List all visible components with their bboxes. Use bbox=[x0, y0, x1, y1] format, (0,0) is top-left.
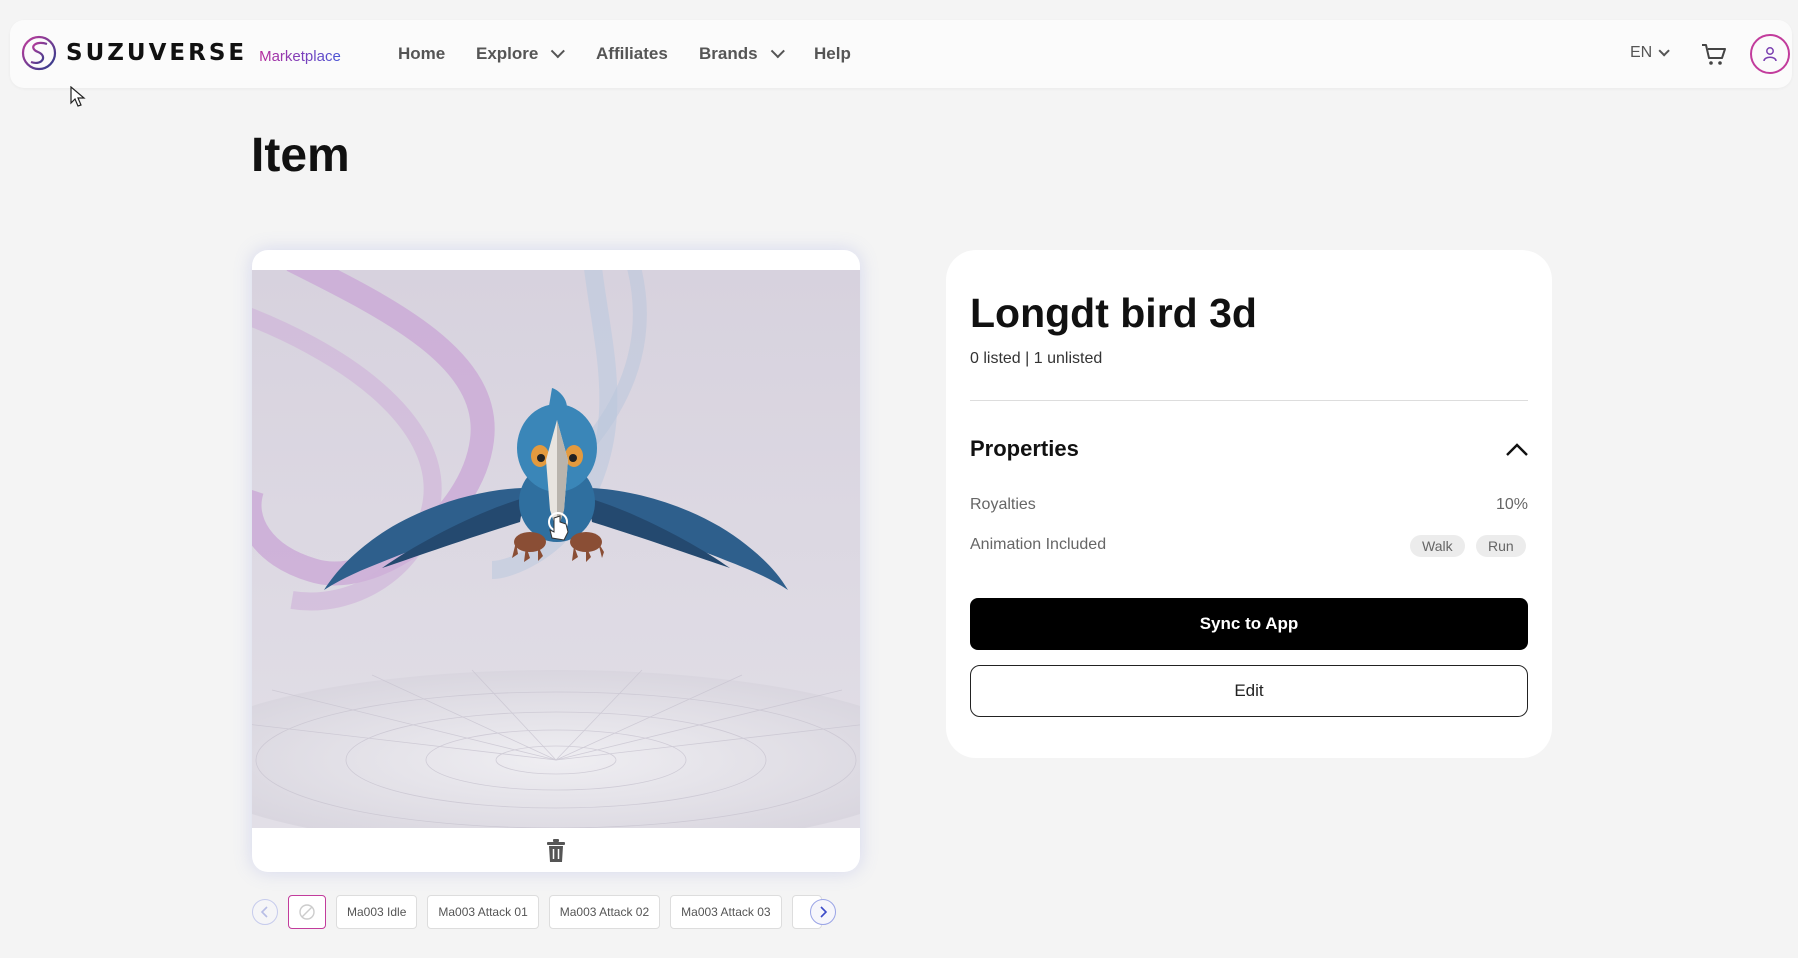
animation-chip[interactable]: Ma003 Idle bbox=[336, 895, 418, 929]
animation-strip: Ma003 Idle Ma003 Attack 01 Ma003 Attack … bbox=[252, 895, 836, 929]
suzuverse-logo-icon bbox=[21, 35, 57, 71]
model-scene[interactable] bbox=[252, 270, 860, 828]
sync-to-app-button[interactable]: Sync to App bbox=[970, 598, 1528, 650]
model-viewer[interactable] bbox=[252, 250, 860, 872]
nav-home-label: Home bbox=[398, 44, 446, 63]
listing-status: 0 listed | 1 unlisted bbox=[970, 350, 1103, 367]
royalties-value: 10% bbox=[1495, 496, 1528, 513]
properties-title: Properties bbox=[970, 436, 1079, 461]
no-animation-icon bbox=[299, 904, 315, 920]
chevron-left-icon bbox=[260, 906, 268, 918]
logo-subtitle: Marketplace bbox=[259, 47, 341, 65]
page-title: Item bbox=[251, 129, 350, 182]
nav-help[interactable]: Help bbox=[814, 44, 851, 64]
item-details-card: Longdt bird 3d 0 listed | 1 unlisted Pro… bbox=[946, 250, 1552, 758]
chevron-down-icon bbox=[1658, 45, 1671, 57]
user-icon bbox=[1763, 47, 1777, 62]
user-avatar-button[interactable] bbox=[1750, 34, 1790, 74]
logo-wordmark: SUZUVERSE bbox=[66, 40, 248, 66]
nav-brands[interactable]: Brands bbox=[699, 44, 785, 64]
animation-chip[interactable]: Ma003 Attack 01 bbox=[427, 895, 539, 929]
item-name: Longdt bird 3d bbox=[970, 290, 1257, 336]
animation-tag: Run bbox=[1476, 535, 1526, 557]
nav-explore-label: Explore bbox=[476, 44, 539, 63]
chevron-down-icon bbox=[551, 44, 566, 59]
next-animation-button[interactable] bbox=[809, 899, 836, 925]
trash-icon[interactable] bbox=[544, 838, 568, 864]
prev-animation-button[interactable] bbox=[252, 899, 278, 925]
animation-chip[interactable]: Ma003 Attack 03 bbox=[670, 895, 782, 929]
brand-logo[interactable]: SUZUVERSE Marketplace bbox=[20, 34, 341, 72]
animation-none-chip[interactable] bbox=[288, 895, 326, 929]
animation-included-label: Animation Included bbox=[970, 536, 1107, 553]
language-selector[interactable]: EN bbox=[1630, 44, 1671, 62]
royalties-label: Royalties bbox=[970, 496, 1036, 513]
nav-help-label: Help bbox=[814, 44, 851, 63]
animation-chip[interactable]: Ma003 Attack 02 bbox=[548, 895, 661, 929]
chevron-right-icon bbox=[819, 906, 827, 918]
nav-affiliates[interactable]: Affiliates bbox=[596, 44, 668, 64]
language-label: EN bbox=[1630, 44, 1653, 61]
nav-brands-label: Brands bbox=[699, 44, 758, 63]
nav-explore[interactable]: Explore bbox=[476, 44, 566, 64]
chevron-up-icon[interactable] bbox=[1504, 440, 1530, 458]
animation-tag: Walk bbox=[1410, 535, 1465, 557]
top-navbar: SUZUVERSE Marketplace Home Explore Affil… bbox=[10, 20, 1792, 88]
nav-home[interactable]: Home bbox=[398, 44, 445, 64]
mouse-cursor-icon bbox=[70, 86, 86, 107]
nav-affiliates-label: Affiliates bbox=[596, 44, 668, 63]
divider bbox=[970, 400, 1528, 401]
chevron-down-icon bbox=[770, 44, 785, 59]
cart-icon[interactable] bbox=[1700, 40, 1728, 68]
edit-button[interactable]: Edit bbox=[970, 665, 1528, 717]
